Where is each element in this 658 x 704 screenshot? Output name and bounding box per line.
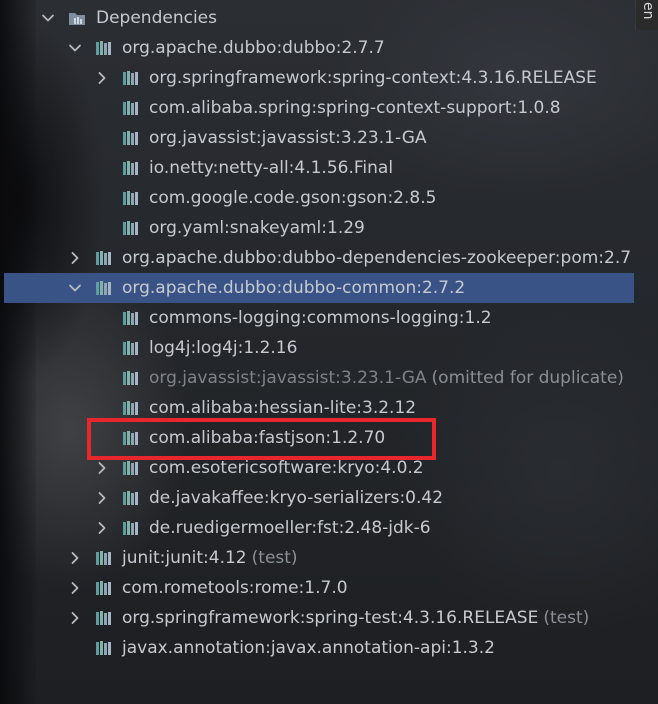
library-icon [122, 310, 140, 326]
chevron-right-icon[interactable] [94, 460, 110, 476]
tree-node-label: org.apache.dubbo:dubbo-common:2.7.2 [122, 278, 466, 298]
tree-node-label: log4j:log4j:1.2.16 [149, 338, 298, 358]
tree-node-label: de.ruedigermoeller:fst:2.48-jdk-6 [149, 518, 431, 538]
chevron-down-icon[interactable] [67, 40, 83, 56]
tree-node[interactable]: Dependencies [0, 3, 636, 33]
chevron-right-icon[interactable] [67, 550, 83, 566]
tree-node[interactable]: de.javakaffee:kryo-serializers:0.42 [0, 483, 636, 513]
tree-node[interactable]: log4j:log4j:1.2.16 [0, 333, 636, 363]
library-icon [95, 250, 113, 266]
tree-node[interactable]: de.ruedigermoeller:fst:2.48-jdk-6 [0, 513, 636, 543]
tree-node-label: io.netty:netty-all:4.1.56.Final [149, 158, 394, 178]
tree-node[interactable]: io.netty:netty-all:4.1.56.Final [0, 153, 636, 183]
tree-node[interactable]: org.javassist:javassist:3.23.1-GA [0, 123, 636, 153]
tree-node[interactable]: org.yaml:snakeyaml:1.29 [0, 213, 636, 243]
library-icon [95, 550, 113, 566]
library-icon [122, 100, 140, 116]
tree-node[interactable]: junit:junit:4.12 (test) [0, 543, 636, 573]
library-icon [122, 70, 140, 86]
tree-node-label: junit:junit:4.12 [122, 548, 247, 568]
tree-node-label: de.javakaffee:kryo-serializers:0.42 [149, 488, 444, 508]
chevron-down-icon[interactable] [40, 10, 56, 26]
highlight-annotation-box [87, 418, 436, 460]
tree-node-label: com.google.code.gson:gson:2.8.5 [149, 188, 437, 208]
tree-node-label: org.apache.dubbo:dubbo-dependencies-zook… [122, 248, 632, 268]
tree-node-label: org.javassist:javassist:3.23.1-GA [149, 128, 427, 148]
tree-node-label: commons-logging:commons-logging:1.2 [149, 308, 492, 328]
tree-node-label: com.esotericsoftware:kryo:4.0.2 [149, 458, 424, 478]
tree-node[interactable]: javax.annotation:javax.annotation-api:1.… [0, 633, 636, 663]
chevron-right-icon[interactable] [94, 490, 110, 506]
library-icon [122, 220, 140, 236]
tree-node-label: org.apache.dubbo:dubbo:2.7.7 [122, 38, 385, 58]
library-icon [122, 340, 140, 356]
tree-node-label: org.springframework:spring-context:4.3.1… [149, 68, 597, 88]
library-icon [95, 280, 113, 296]
tree-node[interactable]: org.apache.dubbo:dubbo:2.7.7 [0, 33, 636, 63]
chevron-right-icon[interactable] [67, 610, 83, 626]
library-icon [95, 40, 113, 56]
library-icon [122, 520, 140, 536]
chevron-right-icon[interactable] [67, 580, 83, 596]
tree-node[interactable]: org.javassist:javassist:3.23.1-GA (omitte… [0, 363, 636, 393]
tree-node[interactable]: org.apache.dubbo:dubbo-common:2.7.2 [4, 273, 634, 303]
tree-node-scope-note: (test) [543, 608, 590, 628]
library-icon [95, 610, 113, 626]
library-icon [122, 190, 140, 206]
side-tool-tab-label: en [640, 2, 656, 20]
tree-node-label: javax.annotation:javax.annotation-api:1.… [122, 638, 495, 658]
chevron-right-icon[interactable] [67, 250, 83, 266]
tree-node[interactable]: com.google.code.gson:gson:2.8.5 [0, 183, 636, 213]
library-icon [122, 370, 140, 386]
tree-node[interactable]: org.springframework:spring-context:4.3.1… [0, 63, 636, 93]
tree-node-label: org.javassist:javassist:3.23.1-GA [149, 368, 427, 388]
tree-node-label: com.alibaba.spring:spring-context-suppor… [149, 98, 561, 118]
tree-node[interactable]: commons-logging:commons-logging:1.2 [0, 303, 636, 333]
tree-node[interactable]: org.apache.dubbo:dubbo-dependencies-zook… [0, 243, 636, 273]
tree-node[interactable]: com.alibaba.spring:spring-context-suppor… [0, 93, 636, 123]
tree-node-label: org.springframework:spring-test:4.3.16.R… [122, 608, 539, 628]
chevron-right-icon[interactable] [94, 520, 110, 536]
tree-node-label: com.alibaba:hessian-lite:3.2.12 [149, 398, 417, 418]
chevron-right-icon[interactable] [94, 70, 110, 86]
library-icon [95, 640, 113, 656]
tree-node-label: Dependencies [96, 8, 217, 28]
library-icon [122, 400, 140, 416]
library-icon [122, 130, 140, 146]
library-icon [122, 490, 140, 506]
tree-node[interactable]: com.rometools:rome:1.7.0 [0, 573, 636, 603]
chevron-down-icon[interactable] [67, 280, 83, 296]
library-icon [95, 580, 113, 596]
tree-node[interactable]: org.springframework:spring-test:4.3.16.R… [0, 603, 636, 633]
tree-node-label: com.rometools:rome:1.7.0 [122, 578, 348, 598]
library-icon [122, 160, 140, 176]
tree-node-scope-note: (test) [251, 548, 298, 568]
tree-node-scope-note: (omitted for duplicate) [431, 368, 624, 388]
side-tool-tab[interactable]: en [635, 0, 658, 30]
folder-icon [68, 10, 86, 26]
tree-node-label: org.yaml:snakeyaml:1.29 [149, 218, 365, 238]
library-icon [122, 460, 140, 476]
